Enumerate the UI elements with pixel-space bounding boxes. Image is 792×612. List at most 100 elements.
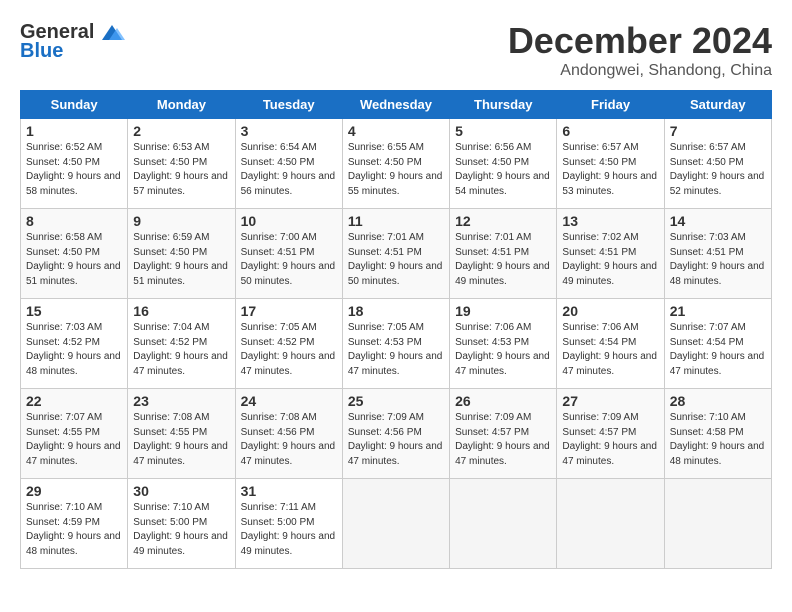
- calendar-week-row: 8 Sunrise: 6:58 AMSunset: 4:50 PMDayligh…: [21, 209, 772, 299]
- day-info: Sunrise: 6:57 AMSunset: 4:50 PMDaylight:…: [670, 142, 765, 197]
- day-number: 12: [455, 213, 551, 229]
- day-number: 2: [133, 123, 229, 139]
- page-header: General Blue December 2024 Andongwei, Sh…: [20, 20, 772, 80]
- day-header-thursday: Thursday: [450, 91, 557, 119]
- day-info: Sunrise: 6:52 AMSunset: 4:50 PMDaylight:…: [26, 142, 121, 197]
- calendar-cell: [342, 479, 449, 569]
- day-info: Sunrise: 7:01 AMSunset: 4:51 PMDaylight:…: [455, 232, 550, 287]
- calendar-cell: 18 Sunrise: 7:05 AMSunset: 4:53 PMDaylig…: [342, 299, 449, 389]
- day-number: 22: [26, 393, 122, 409]
- logo: General Blue: [20, 20, 127, 63]
- day-number: 21: [670, 303, 766, 319]
- location: Andongwei, Shandong, China: [508, 62, 772, 80]
- day-header-monday: Monday: [128, 91, 235, 119]
- day-number: 27: [562, 393, 658, 409]
- day-info: Sunrise: 7:01 AMSunset: 4:51 PMDaylight:…: [348, 232, 443, 287]
- day-number: 10: [241, 213, 337, 229]
- calendar-cell: 15 Sunrise: 7:03 AMSunset: 4:52 PMDaylig…: [21, 299, 128, 389]
- day-info: Sunrise: 6:55 AMSunset: 4:50 PMDaylight:…: [348, 142, 443, 197]
- calendar-cell: [664, 479, 771, 569]
- day-number: 30: [133, 483, 229, 499]
- day-header-sunday: Sunday: [21, 91, 128, 119]
- calendar-cell: 24 Sunrise: 7:08 AMSunset: 4:56 PMDaylig…: [235, 389, 342, 479]
- calendar-table: SundayMondayTuesdayWednesdayThursdayFrid…: [20, 90, 772, 569]
- day-header-tuesday: Tuesday: [235, 91, 342, 119]
- day-info: Sunrise: 7:11 AMSunset: 5:00 PMDaylight:…: [241, 502, 336, 557]
- calendar-cell: 10 Sunrise: 7:00 AMSunset: 4:51 PMDaylig…: [235, 209, 342, 299]
- day-info: Sunrise: 7:02 AMSunset: 4:51 PMDaylight:…: [562, 232, 657, 287]
- calendar-cell: 20 Sunrise: 7:06 AMSunset: 4:54 PMDaylig…: [557, 299, 664, 389]
- day-number: 4: [348, 123, 444, 139]
- day-number: 18: [348, 303, 444, 319]
- calendar-cell: 12 Sunrise: 7:01 AMSunset: 4:51 PMDaylig…: [450, 209, 557, 299]
- day-number: 11: [348, 213, 444, 229]
- day-number: 7: [670, 123, 766, 139]
- calendar-cell: 19 Sunrise: 7:06 AMSunset: 4:53 PMDaylig…: [450, 299, 557, 389]
- day-number: 13: [562, 213, 658, 229]
- calendar-cell: 23 Sunrise: 7:08 AMSunset: 4:55 PMDaylig…: [128, 389, 235, 479]
- calendar-cell: 22 Sunrise: 7:07 AMSunset: 4:55 PMDaylig…: [21, 389, 128, 479]
- day-info: Sunrise: 7:06 AMSunset: 4:54 PMDaylight:…: [562, 322, 657, 377]
- calendar-week-row: 1 Sunrise: 6:52 AMSunset: 4:50 PMDayligh…: [21, 119, 772, 209]
- day-number: 16: [133, 303, 229, 319]
- calendar-cell: 21 Sunrise: 7:07 AMSunset: 4:54 PMDaylig…: [664, 299, 771, 389]
- day-info: Sunrise: 7:09 AMSunset: 4:56 PMDaylight:…: [348, 412, 443, 467]
- day-info: Sunrise: 7:09 AMSunset: 4:57 PMDaylight:…: [562, 412, 657, 467]
- day-info: Sunrise: 6:59 AMSunset: 4:50 PMDaylight:…: [133, 232, 228, 287]
- calendar-cell: 29 Sunrise: 7:10 AMSunset: 4:59 PMDaylig…: [21, 479, 128, 569]
- day-number: 24: [241, 393, 337, 409]
- day-info: Sunrise: 7:06 AMSunset: 4:53 PMDaylight:…: [455, 322, 550, 377]
- calendar-cell: 5 Sunrise: 6:56 AMSunset: 4:50 PMDayligh…: [450, 119, 557, 209]
- day-info: Sunrise: 7:07 AMSunset: 4:54 PMDaylight:…: [670, 322, 765, 377]
- day-info: Sunrise: 6:58 AMSunset: 4:50 PMDaylight:…: [26, 232, 121, 287]
- day-number: 8: [26, 213, 122, 229]
- day-header-wednesday: Wednesday: [342, 91, 449, 119]
- day-number: 23: [133, 393, 229, 409]
- month-title: December 2024: [508, 20, 772, 62]
- calendar-cell: 6 Sunrise: 6:57 AMSunset: 4:50 PMDayligh…: [557, 119, 664, 209]
- calendar-week-row: 29 Sunrise: 7:10 AMSunset: 4:59 PMDaylig…: [21, 479, 772, 569]
- day-number: 9: [133, 213, 229, 229]
- day-number: 3: [241, 123, 337, 139]
- day-header-saturday: Saturday: [664, 91, 771, 119]
- day-info: Sunrise: 7:10 AMSunset: 4:58 PMDaylight:…: [670, 412, 765, 467]
- day-info: Sunrise: 7:04 AMSunset: 4:52 PMDaylight:…: [133, 322, 228, 377]
- day-info: Sunrise: 7:10 AMSunset: 4:59 PMDaylight:…: [26, 502, 121, 557]
- day-number: 25: [348, 393, 444, 409]
- calendar-cell: 4 Sunrise: 6:55 AMSunset: 4:50 PMDayligh…: [342, 119, 449, 209]
- day-info: Sunrise: 6:57 AMSunset: 4:50 PMDaylight:…: [562, 142, 657, 197]
- calendar-week-row: 22 Sunrise: 7:07 AMSunset: 4:55 PMDaylig…: [21, 389, 772, 479]
- day-number: 17: [241, 303, 337, 319]
- calendar-cell: 31 Sunrise: 7:11 AMSunset: 5:00 PMDaylig…: [235, 479, 342, 569]
- day-number: 6: [562, 123, 658, 139]
- calendar-cell: 9 Sunrise: 6:59 AMSunset: 4:50 PMDayligh…: [128, 209, 235, 299]
- day-info: Sunrise: 7:08 AMSunset: 4:55 PMDaylight:…: [133, 412, 228, 467]
- calendar-cell: 3 Sunrise: 6:54 AMSunset: 4:50 PMDayligh…: [235, 119, 342, 209]
- day-info: Sunrise: 7:10 AMSunset: 5:00 PMDaylight:…: [133, 502, 228, 557]
- calendar-cell: [557, 479, 664, 569]
- day-info: Sunrise: 7:03 AMSunset: 4:52 PMDaylight:…: [26, 322, 121, 377]
- calendar-cell: [450, 479, 557, 569]
- day-info: Sunrise: 7:07 AMSunset: 4:55 PMDaylight:…: [26, 412, 121, 467]
- calendar-cell: 1 Sunrise: 6:52 AMSunset: 4:50 PMDayligh…: [21, 119, 128, 209]
- day-number: 29: [26, 483, 122, 499]
- day-number: 26: [455, 393, 551, 409]
- calendar-header-row: SundayMondayTuesdayWednesdayThursdayFrid…: [21, 91, 772, 119]
- day-number: 5: [455, 123, 551, 139]
- calendar-cell: 17 Sunrise: 7:05 AMSunset: 4:52 PMDaylig…: [235, 299, 342, 389]
- calendar-cell: 7 Sunrise: 6:57 AMSunset: 4:50 PMDayligh…: [664, 119, 771, 209]
- calendar-week-row: 15 Sunrise: 7:03 AMSunset: 4:52 PMDaylig…: [21, 299, 772, 389]
- day-info: Sunrise: 7:00 AMSunset: 4:51 PMDaylight:…: [241, 232, 336, 287]
- logo-blue-text: Blue: [20, 40, 63, 63]
- day-info: Sunrise: 6:56 AMSunset: 4:50 PMDaylight:…: [455, 142, 550, 197]
- day-info: Sunrise: 6:54 AMSunset: 4:50 PMDaylight:…: [241, 142, 336, 197]
- calendar-cell: 2 Sunrise: 6:53 AMSunset: 4:50 PMDayligh…: [128, 119, 235, 209]
- calendar-cell: 30 Sunrise: 7:10 AMSunset: 5:00 PMDaylig…: [128, 479, 235, 569]
- title-section: December 2024 Andongwei, Shandong, China: [508, 20, 772, 80]
- day-header-friday: Friday: [557, 91, 664, 119]
- calendar-cell: 16 Sunrise: 7:04 AMSunset: 4:52 PMDaylig…: [128, 299, 235, 389]
- calendar-cell: 28 Sunrise: 7:10 AMSunset: 4:58 PMDaylig…: [664, 389, 771, 479]
- day-info: Sunrise: 7:05 AMSunset: 4:52 PMDaylight:…: [241, 322, 336, 377]
- day-info: Sunrise: 7:09 AMSunset: 4:57 PMDaylight:…: [455, 412, 550, 467]
- day-number: 1: [26, 123, 122, 139]
